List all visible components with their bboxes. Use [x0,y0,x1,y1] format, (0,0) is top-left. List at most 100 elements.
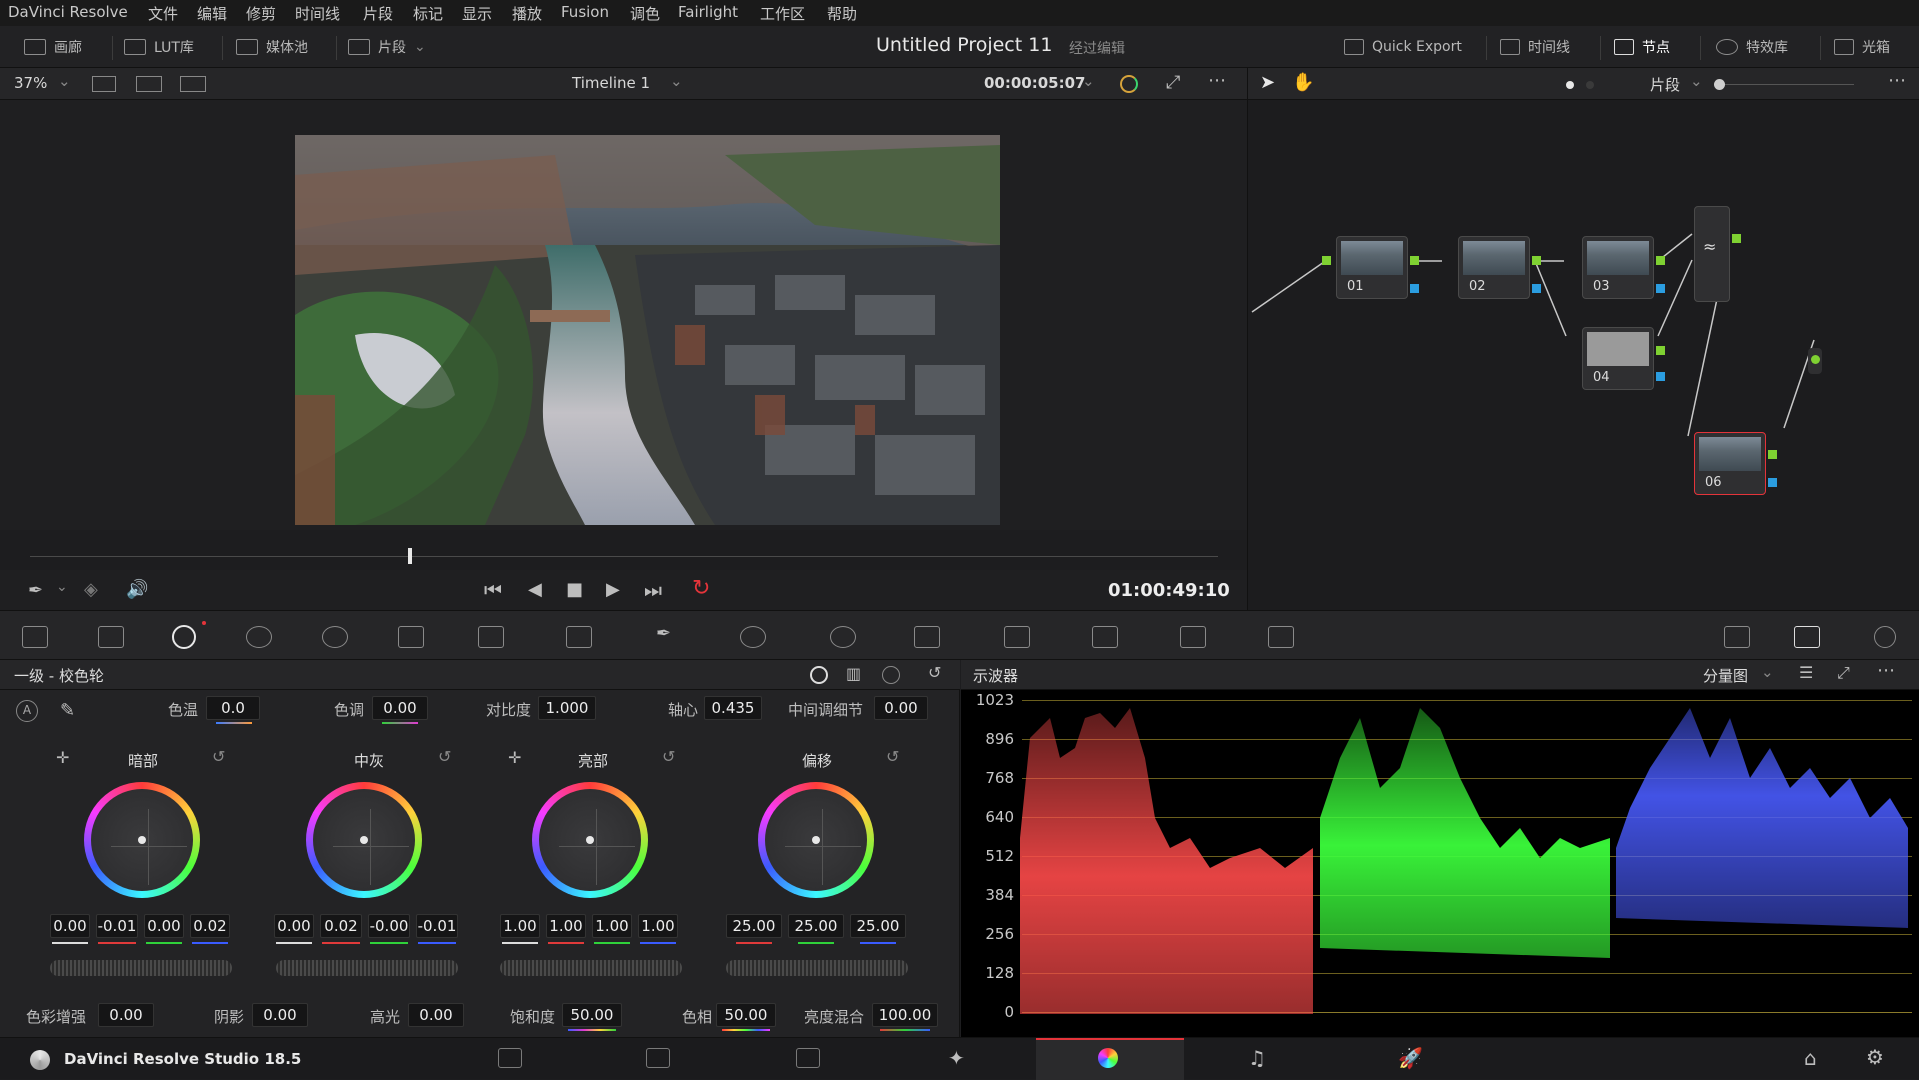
scope-mode-dropdown[interactable]: 分量图 [1703,665,1748,686]
sizing-icon[interactable] [1180,626,1206,648]
zoom-slider-handle[interactable] [1714,79,1725,90]
gain-r-field[interactable]: 1.00 [546,914,586,938]
layers-icon[interactable]: ◈ [84,579,98,600]
page-dot[interactable] [1586,81,1594,89]
tint-field[interactable]: 0.00 [372,696,428,720]
wheel-handle[interactable] [586,836,594,844]
lift-b-field[interactable]: 0.02 [190,914,230,938]
offset-r-field[interactable]: 25.00 [726,914,782,938]
wheel-handle[interactable] [138,836,146,844]
saturation-field[interactable]: 50.00 [562,1003,622,1027]
mixer-output-pin[interactable] [1732,234,1741,243]
chevron-down-icon[interactable]: ⌄ [56,579,68,595]
lift-g-field[interactable]: 0.00 [144,914,184,938]
info-icon[interactable] [1874,626,1896,648]
log-mode-icon[interactable] [882,666,900,684]
loop-icon[interactable]: ↻ [692,576,710,601]
parallel-mixer-node[interactable]: ≈ [1694,206,1730,302]
keyframes-icon[interactable] [1724,626,1750,648]
play-icon[interactable]: ▶ [606,579,620,600]
node-04[interactable]: 04 [1582,327,1654,390]
pointer-icon[interactable]: ➤ [1260,72,1275,93]
menu-view[interactable]: 显示 [462,3,492,24]
split-view-icon[interactable] [92,76,116,92]
gain-master-jog[interactable] [500,960,682,976]
offset-b-field[interactable]: 25.00 [850,914,906,938]
node-key-pin[interactable] [1768,478,1777,487]
blur-icon[interactable] [1004,626,1030,648]
lightbox-button[interactable]: 光箱 [1834,36,1890,58]
wheels-mode-icon[interactable] [810,666,828,684]
more-options-icon[interactable]: ⋯ [1877,660,1895,681]
node-key-pin[interactable] [1532,284,1541,293]
deliver-page-icon[interactable]: 🚀 [1398,1046,1423,1070]
scrub-bar[interactable] [30,556,1218,557]
color-warper-icon[interactable] [566,626,592,648]
scope-settings-icon[interactable]: ☰ [1799,663,1813,682]
reset-icon[interactable]: ↺ [886,747,899,766]
crosshair-icon[interactable]: ✛ [56,748,69,767]
gain-b-field[interactable]: 1.00 [638,914,678,938]
media-page-icon[interactable] [498,1048,522,1068]
chevron-down-icon[interactable]: ⌄ [670,72,683,90]
clip-output-pin[interactable] [1811,355,1820,364]
gamma-r-field[interactable]: 0.02 [320,914,362,938]
reset-icon[interactable]: ↺ [212,747,225,766]
color-sync-icon[interactable] [1120,75,1138,93]
gamma-master-jog[interactable] [276,960,458,976]
camera-raw-icon[interactable] [22,626,48,648]
cut-page-icon[interactable] [646,1048,670,1068]
temp-field[interactable]: 0.0 [206,696,260,720]
node-output-pin[interactable] [1410,256,1419,265]
media-pool-button[interactable]: 媒体池 [236,36,308,58]
gamma-wheel[interactable] [306,782,422,898]
node-output-pin[interactable] [1768,450,1777,459]
color-page-icon[interactable] [1098,1048,1118,1068]
fusion-page-icon[interactable]: ✦ [948,1046,965,1070]
menu-color[interactable]: 调色 [630,3,660,24]
fx-library-button[interactable]: 特效库 [1716,36,1788,58]
timeline-selector[interactable]: Timeline 1 [572,74,650,92]
skip-start-icon[interactable]: ⏮ [484,578,502,602]
window-icon[interactable] [740,626,766,648]
gain-wheel[interactable] [532,782,648,898]
menu-mark[interactable]: 标记 [413,3,443,24]
node-input-pin[interactable] [1322,256,1331,265]
nodes-button[interactable]: 节点 [1614,36,1670,58]
lift-master-jog[interactable] [50,960,232,976]
wheel-handle[interactable] [812,836,820,844]
eyedropper-icon[interactable]: ✒ [28,580,43,601]
node-output-pin[interactable] [1656,256,1665,265]
offset-master-jog[interactable] [726,960,908,976]
playhead[interactable] [408,548,413,564]
menu-playback[interactable]: 播放 [512,3,542,24]
lut-button[interactable]: LUT库 [124,36,194,58]
color-boost-field[interactable]: 0.00 [98,1003,154,1027]
contrast-field[interactable]: 1.000 [538,696,596,720]
source-timecode[interactable]: 00:00:05:07 [984,74,1086,92]
skip-end-icon[interactable]: ⏭ [644,578,662,602]
motion-effects-icon[interactable] [398,626,424,648]
gamma-g-field[interactable]: -0.00 [368,914,410,938]
chevron-down-icon[interactable]: ⌄ [1082,72,1095,90]
lift-y-field[interactable]: 0.00 [50,914,90,938]
gamma-y-field[interactable]: 0.00 [274,914,314,938]
scopes-icon[interactable] [1794,626,1820,648]
fullscreen-icon[interactable]: ⤢ [1166,72,1180,93]
highlights-field[interactable]: 0.00 [408,1003,464,1027]
reset-icon[interactable]: ↺ [928,663,941,682]
lift-r-field[interactable]: -0.01 [96,914,138,938]
node-mode-dropdown[interactable]: 片段 [1650,74,1680,95]
reset-icon[interactable]: ↺ [438,747,451,766]
volume-icon[interactable]: 🔊 [126,579,148,600]
color-wheels-icon[interactable] [172,625,196,649]
lift-wheel[interactable] [84,782,200,898]
quick-export-button[interactable]: Quick Export [1344,36,1462,58]
node-key-pin[interactable] [1656,372,1665,381]
chevron-down-icon[interactable]: ⌄ [58,72,71,90]
gallery-button[interactable]: 画廊 [24,36,82,58]
midtone-detail-field[interactable]: 0.00 [874,696,928,720]
node-02[interactable]: 02 [1458,236,1530,299]
menu-fairlight[interactable]: Fairlight [678,3,738,21]
grid-view-icon[interactable] [136,76,162,92]
